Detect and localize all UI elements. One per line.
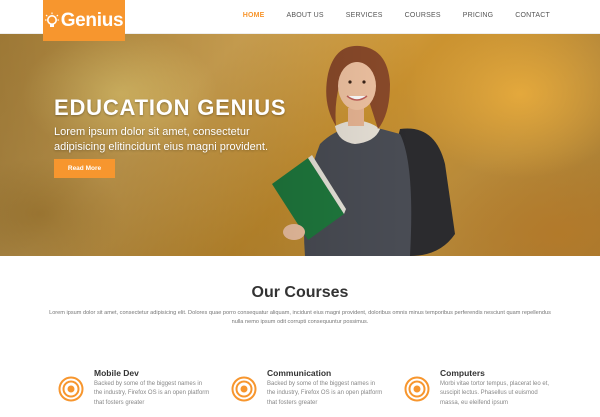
nav-about-us[interactable]: ABOUT US [287, 12, 324, 19]
courses-description: Lorem ipsum dolor sit amet, consectetur … [49, 310, 551, 325]
courses-title: Our Courses [251, 284, 349, 301]
target-icon [231, 376, 257, 402]
nav-courses[interactable]: COURSES [405, 12, 441, 19]
course-mobile-dev[interactable]: Mobile Dev Backed by some of the biggest… [58, 368, 218, 417]
hero-banner: EDUCATION GENIUS Lorem ipsum dolor sit a… [0, 34, 600, 256]
logo[interactable]: Genius [43, 0, 125, 41]
course-title: Mobile Dev [94, 368, 139, 378]
course-title: Communication [267, 368, 332, 378]
nav-pricing[interactable]: PRICING [463, 12, 494, 19]
main-nav: HOME ABOUT US SERVICES COURSES PRICING C… [221, 0, 550, 30]
nav-services[interactable]: SERVICES [346, 12, 383, 19]
course-text: Backed by some of the biggest names in t… [94, 381, 210, 406]
course-title: Computers [440, 368, 485, 378]
logo-text: Genius [60, 9, 124, 31]
course-computers[interactable]: Computers Morbi vitae tortor tempus, pla… [404, 368, 564, 417]
course-text: Morbi vitae tortor tempus, placerat leo … [440, 381, 550, 406]
course-text: Backed by some of the biggest names in t… [267, 381, 383, 406]
read-more-button[interactable]: Read More [54, 159, 115, 178]
course-communication[interactable]: Communication Backed by some of the bigg… [231, 368, 391, 417]
nav-home[interactable]: HOME [243, 12, 265, 19]
target-icon [404, 376, 430, 402]
target-icon [58, 376, 84, 402]
navbar: Genius HOME ABOUT US SERVICES COURSES PR… [0, 0, 600, 41]
hero-title: EDUCATION GENIUS [54, 95, 287, 120]
nav-contact[interactable]: CONTACT [515, 12, 550, 19]
lightbulb-icon [44, 12, 59, 27]
hero-subtitle: Lorem ipsum dolor sit amet, consectetur … [54, 126, 269, 153]
